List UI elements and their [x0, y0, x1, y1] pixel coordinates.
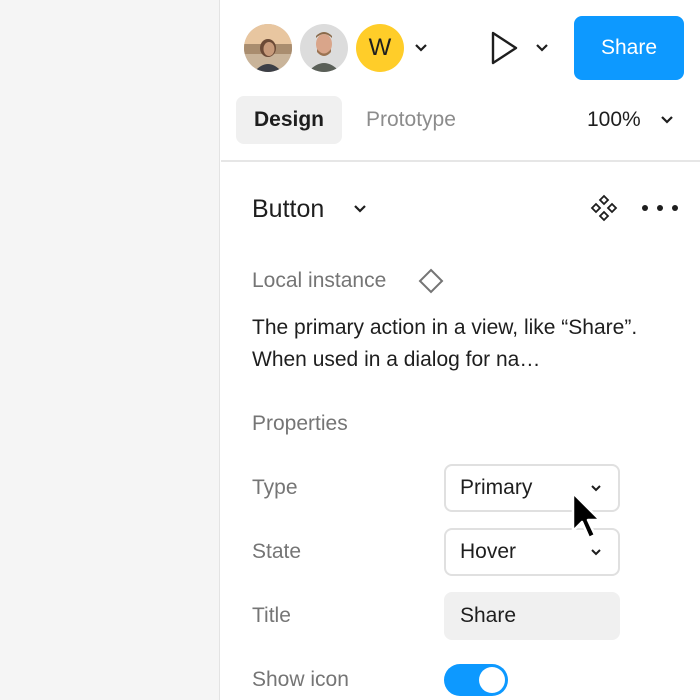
- property-label-title: Title: [252, 604, 291, 627]
- design-canvas[interactable]: [0, 0, 220, 700]
- toggle-knob: [479, 667, 505, 693]
- property-label-show-icon: Show icon: [252, 668, 349, 691]
- title-text-field[interactable]: Share: [444, 592, 620, 640]
- property-label-type: Type: [252, 476, 298, 499]
- component-description: The primary action in a view, like “Shar…: [252, 316, 638, 371]
- avatar-initial: W: [368, 34, 392, 61]
- avatar[interactable]: [244, 24, 292, 72]
- title-text-value: Share: [460, 604, 517, 627]
- avatar[interactable]: W: [356, 24, 404, 72]
- zoom-level[interactable]: 100%: [587, 96, 641, 144]
- chevron-down-icon[interactable]: [658, 110, 676, 130]
- property-label-state: State: [252, 540, 302, 563]
- component-name[interactable]: Button: [252, 192, 324, 226]
- chevron-down-icon[interactable]: [533, 38, 551, 58]
- properties-panel: W Share Design Prototype 100% Button Loc…: [221, 0, 700, 700]
- component-icon[interactable]: [589, 193, 619, 223]
- state-select-value: Hover: [460, 540, 517, 563]
- avatar-photo-icon: [244, 24, 292, 72]
- section-title-properties: Properties: [252, 412, 348, 435]
- chevron-down-icon[interactable]: [351, 199, 369, 219]
- tab-design[interactable]: Design: [236, 96, 342, 144]
- type-select-value: Primary: [460, 476, 533, 499]
- instance-diamond-icon: [417, 267, 445, 295]
- tab-prototype[interactable]: Prototype: [366, 96, 456, 144]
- play-icon[interactable]: [483, 28, 523, 68]
- divider: [221, 160, 700, 162]
- share-button[interactable]: Share: [574, 16, 684, 80]
- cursor-icon: [570, 491, 604, 545]
- instance-label: Local instance: [252, 269, 387, 292]
- avatar[interactable]: [300, 24, 348, 72]
- more-icon[interactable]: [640, 196, 680, 220]
- show-icon-toggle[interactable]: [444, 664, 508, 696]
- chevron-down-icon[interactable]: [412, 38, 430, 58]
- avatar-photo-icon: [300, 24, 348, 72]
- chevron-down-icon: [588, 543, 604, 561]
